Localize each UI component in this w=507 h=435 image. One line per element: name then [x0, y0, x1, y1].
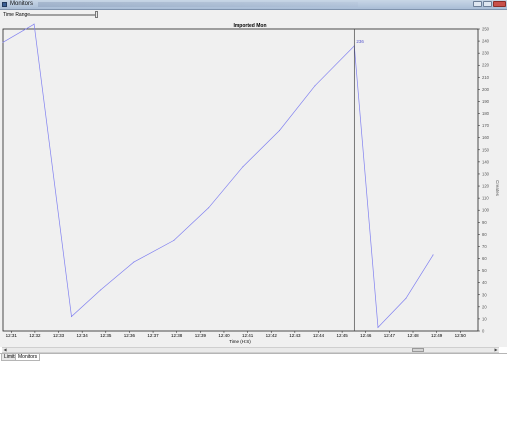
cursor-value-label: 236 — [356, 39, 364, 44]
data-point — [432, 254, 434, 256]
x-tick-label: 12:50 — [455, 333, 467, 338]
maximize-button[interactable] — [483, 1, 492, 7]
x-tick-label: 12:31 — [6, 333, 18, 338]
data-point — [71, 316, 73, 318]
y-tick-label: 190 — [482, 99, 490, 104]
y-tick-label: 170 — [482, 123, 490, 128]
x-tick-label: 12:42 — [266, 333, 278, 338]
monitor-chart: Imported Mon 12:31 12:32 12:33 12:34 12:35 12… — [2, 23, 500, 344]
x-tick-label: 12:48 — [407, 333, 419, 338]
y-tick-label: 120 — [482, 184, 490, 189]
x-tick-label: 12:33 — [53, 333, 65, 338]
x-tick-label: 12:46 — [360, 333, 372, 338]
y-tick-label: 110 — [482, 196, 489, 201]
y-tick-label: 70 — [482, 244, 487, 249]
time-range-slider-thumb[interactable] — [95, 11, 98, 18]
data-point — [173, 239, 175, 241]
x-axis-label: Time (H:S) — [229, 339, 251, 344]
data-point — [377, 326, 379, 328]
tab-monitors[interactable]: Monitors — [15, 354, 41, 361]
y-tick-label: 60 — [482, 256, 487, 261]
scroll-left-icon[interactable]: ◀ — [2, 348, 8, 352]
x-tick-label: 12:36 — [124, 333, 136, 338]
x-tick-label: 12:44 — [313, 333, 325, 338]
chart-panel: Imported Mon 12:31 12:32 12:33 12:34 12:35 12… — [0, 20, 507, 347]
close-button[interactable] — [493, 1, 506, 7]
y-tick-label: 30 — [482, 292, 487, 297]
y-tick-label: 180 — [482, 111, 490, 116]
x-tick-label: 12:35 — [100, 333, 112, 338]
data-point — [242, 166, 244, 168]
data-point — [405, 297, 407, 299]
data-point — [314, 85, 316, 87]
window-titlebar: Monitors — [0, 0, 507, 10]
y-tick-label: 100 — [482, 208, 490, 213]
x-tick-label: 12:32 — [29, 333, 41, 338]
y-tick-label: 200 — [482, 87, 490, 92]
x-tick-label: 12:47 — [384, 333, 396, 338]
minimize-button[interactable] — [473, 1, 482, 7]
x-tick-label: 12:45 — [336, 333, 348, 338]
scroll-thumb[interactable] — [412, 348, 424, 352]
toolbar: Time Range — [0, 10, 507, 20]
y-tick-label: 50 — [482, 268, 487, 273]
window-title: Monitors — [10, 1, 34, 7]
x-tick-label: 12:34 — [77, 333, 89, 338]
tab-bar: Limits Monitors — [0, 353, 507, 362]
y-tick-label: 10 — [482, 316, 487, 321]
y-tick-label: 150 — [482, 147, 490, 152]
y-tick-label: 20 — [482, 304, 487, 309]
app-icon — [2, 2, 7, 7]
y-tick-label: 0 — [482, 329, 485, 334]
y-tick-label: 240 — [482, 39, 490, 44]
time-range-label: Time Range — [3, 12, 31, 18]
y-tick-label: 220 — [482, 63, 490, 68]
data-point — [133, 261, 135, 263]
y-tick-label: 140 — [482, 159, 490, 164]
x-tick-label: 12:43 — [289, 333, 301, 338]
blurred-title-area — [38, 2, 358, 7]
data-point — [100, 289, 102, 291]
chart-title: Imported Mon — [233, 23, 266, 29]
time-range-slider-track[interactable] — [28, 14, 98, 16]
x-tick-label: 12:37 — [147, 333, 159, 338]
y-tick-label: 40 — [482, 280, 487, 285]
y-tick-label: 230 — [482, 51, 490, 56]
x-tick-label: 12:40 — [218, 333, 230, 338]
y-tick-label: 160 — [482, 135, 490, 140]
x-tick-label: 12:39 — [195, 333, 207, 338]
y-axis-label: Creates — [495, 180, 500, 197]
x-tick-label: 12:49 — [431, 333, 443, 338]
x-tick-label: 12:41 — [242, 333, 254, 338]
x-tick-label: 12:38 — [171, 333, 183, 338]
scroll-right-icon[interactable]: ▶ — [493, 348, 499, 352]
data-point — [2, 41, 4, 43]
y-tick-label: 210 — [482, 75, 490, 80]
data-point — [278, 129, 280, 131]
data-point — [33, 23, 35, 25]
data-point — [208, 207, 210, 209]
y-tick-label: 250 — [482, 27, 490, 32]
y-tick-label: 90 — [482, 220, 487, 225]
plot-area[interactable] — [2, 28, 479, 332]
y-tick-label: 80 — [482, 232, 487, 237]
y-tick-label: 130 — [482, 171, 490, 176]
